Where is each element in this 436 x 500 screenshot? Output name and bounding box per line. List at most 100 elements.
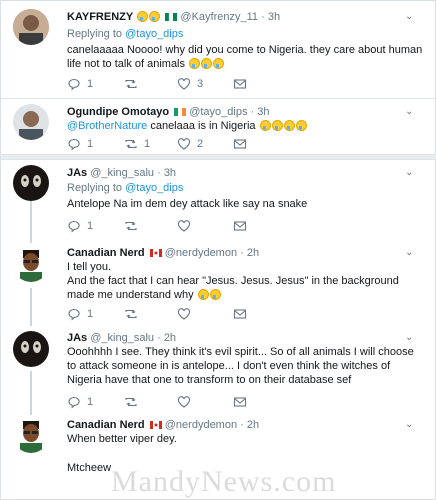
- tweet-text: @BrotherNature canelaaa is in Nigeria: [67, 119, 425, 133]
- handle[interactable]: @tayo_dips: [189, 106, 247, 118]
- display-name[interactable]: JAs: [67, 167, 87, 179]
- avatar[interactable]: [13, 417, 49, 453]
- mention-link[interactable]: @tayo_dips: [125, 182, 183, 194]
- avatar[interactable]: [13, 9, 49, 45]
- mention-link[interactable]: @BrotherNature: [67, 120, 147, 132]
- retweet-button[interactable]: [124, 395, 138, 409]
- tweet-jas-2[interactable]: JAs @_king_salu · 2h ⌄ Ooohhhh I see. Th…: [1, 325, 436, 413]
- avatar[interactable]: [13, 104, 49, 140]
- reply-count: 1: [87, 308, 94, 320]
- timestamp[interactable]: 2h: [164, 332, 176, 344]
- watermark: MandyNews.com: [111, 465, 337, 498]
- crying-emoji-icon: [295, 120, 307, 131]
- reply-button[interactable]: 1: [67, 137, 93, 151]
- like-button[interactable]: [177, 395, 191, 409]
- reply-count: 1: [87, 138, 94, 150]
- envelope-icon: [233, 221, 247, 231]
- reply-button[interactable]: 1: [67, 77, 93, 91]
- tweet-header: Canadian Nerd @nerdydemon · 2h: [67, 247, 260, 259]
- timestamp[interactable]: 2h: [247, 247, 259, 259]
- like-button[interactable]: 2: [177, 137, 203, 151]
- timestamp[interactable]: 3h: [268, 11, 280, 23]
- like-button[interactable]: [177, 307, 191, 321]
- tweet-jas-1[interactable]: JAs @_king_salu · 3h ⌄ Replying to @tayo…: [1, 161, 436, 241]
- tweet-text: I tell you. And the fact that I can hear…: [67, 261, 399, 301]
- display-name[interactable]: Ogundipe Omotayo: [67, 106, 169, 118]
- reply-button[interactable]: 1: [67, 395, 93, 409]
- laughing-emoji-icon: [209, 289, 221, 300]
- emoji-icon: [137, 11, 149, 22]
- handle[interactable]: @nerdydemon: [165, 247, 237, 259]
- direct-message-button[interactable]: [233, 77, 247, 91]
- chevron-down-icon[interactable]: ⌄: [405, 419, 415, 430]
- direct-message-button[interactable]: [233, 395, 247, 409]
- heart-icon: [177, 78, 191, 90]
- avatar[interactable]: [13, 165, 49, 201]
- canada-flag-icon: [149, 419, 162, 429]
- retweet-button[interactable]: [124, 77, 144, 91]
- avatar[interactable]: [13, 331, 49, 367]
- reply-count: 1: [87, 220, 94, 232]
- timestamp[interactable]: 3h: [164, 167, 176, 179]
- crying-emoji-icon: [283, 120, 295, 131]
- handle[interactable]: @nerdydemon: [165, 419, 237, 431]
- reply-button[interactable]: 1: [67, 219, 93, 233]
- reply-icon: [68, 78, 80, 91]
- laughing-emoji-icon: [271, 120, 283, 131]
- tweet-canadian-nerd-1[interactable]: Canadian Nerd @nerdydemon · 2h ⌄ I tell …: [1, 241, 436, 325]
- tweet-kayfrenzy[interactable]: KAYFRENZY @Kayfrenzy_11 · 3h ⌄ Replying …: [1, 1, 436, 98]
- display-name[interactable]: Canadian Nerd: [67, 247, 145, 259]
- mention-link[interactable]: @tayo_dips: [125, 28, 183, 40]
- reply-count: 1: [87, 396, 94, 408]
- retweet-icon: [125, 221, 137, 231]
- display-name[interactable]: KAYFRENZY: [67, 11, 133, 23]
- laughing-emoji-icon: [259, 120, 271, 131]
- chevron-down-icon[interactable]: ⌄: [405, 106, 415, 117]
- display-name[interactable]: JAs: [67, 332, 87, 344]
- timestamp[interactable]: 2h: [247, 419, 259, 431]
- tweet-thread: KAYFRENZY @Kayfrenzy_11 · 3h ⌄ Replying …: [0, 0, 436, 500]
- retweet-icon: [125, 139, 137, 149]
- avatar[interactable]: [13, 246, 49, 282]
- like-button[interactable]: [177, 219, 191, 233]
- heart-icon: [177, 396, 191, 408]
- chevron-down-icon[interactable]: ⌄: [405, 332, 415, 343]
- handle[interactable]: @_king_salu: [90, 167, 154, 179]
- tweet-header: KAYFRENZY @Kayfrenzy_11 · 3h: [67, 11, 281, 23]
- emoji-icon: [149, 11, 161, 22]
- chevron-down-icon[interactable]: ⌄: [405, 247, 415, 258]
- canada-flag-icon: [149, 247, 162, 257]
- direct-message-button[interactable]: [233, 307, 247, 321]
- tweet-header: JAs @_king_salu · 3h: [67, 167, 177, 179]
- reply-icon: [68, 396, 80, 409]
- handle[interactable]: @_king_salu: [90, 332, 154, 344]
- chevron-down-icon[interactable]: ⌄: [405, 167, 415, 178]
- display-name[interactable]: Canadian Nerd: [67, 419, 145, 431]
- timestamp[interactable]: 3h: [257, 106, 269, 118]
- handle[interactable]: @Kayfrenzy_11: [180, 11, 258, 23]
- retweet-button[interactable]: 1: [124, 137, 150, 151]
- tweet-actions: 1: [67, 307, 367, 321]
- tweet-header: JAs @_king_salu · 2h: [67, 332, 177, 344]
- retweet-count: 1: [144, 138, 151, 150]
- like-count: 3: [197, 78, 204, 90]
- retweet-button[interactable]: [124, 219, 138, 233]
- envelope-icon: [233, 79, 247, 89]
- like-button[interactable]: 3: [177, 77, 203, 91]
- laughing-emoji-icon: [197, 289, 209, 300]
- envelope-icon: [233, 309, 247, 319]
- reply-button[interactable]: 1: [67, 307, 93, 321]
- tweet-ogundipe[interactable]: Ogundipe Omotayo @tayo_dips · 3h ⌄ @Brot…: [1, 99, 436, 154]
- chevron-down-icon[interactable]: ⌄: [405, 11, 415, 22]
- heart-icon: [177, 308, 191, 320]
- tweet-header: Canadian Nerd @nerdydemon · 2h: [67, 419, 260, 431]
- tweet-actions: 1 1 2: [67, 137, 367, 151]
- replying-to: Replying to @tayo_dips: [67, 182, 184, 194]
- retweet-button[interactable]: [124, 307, 138, 321]
- direct-message-button[interactable]: [233, 219, 247, 233]
- tweet-actions: 1: [67, 395, 367, 409]
- direct-message-button[interactable]: [233, 137, 247, 151]
- heart-icon: [177, 138, 191, 150]
- crying-emoji-icon: [189, 58, 201, 69]
- conversation-divider: [1, 154, 436, 160]
